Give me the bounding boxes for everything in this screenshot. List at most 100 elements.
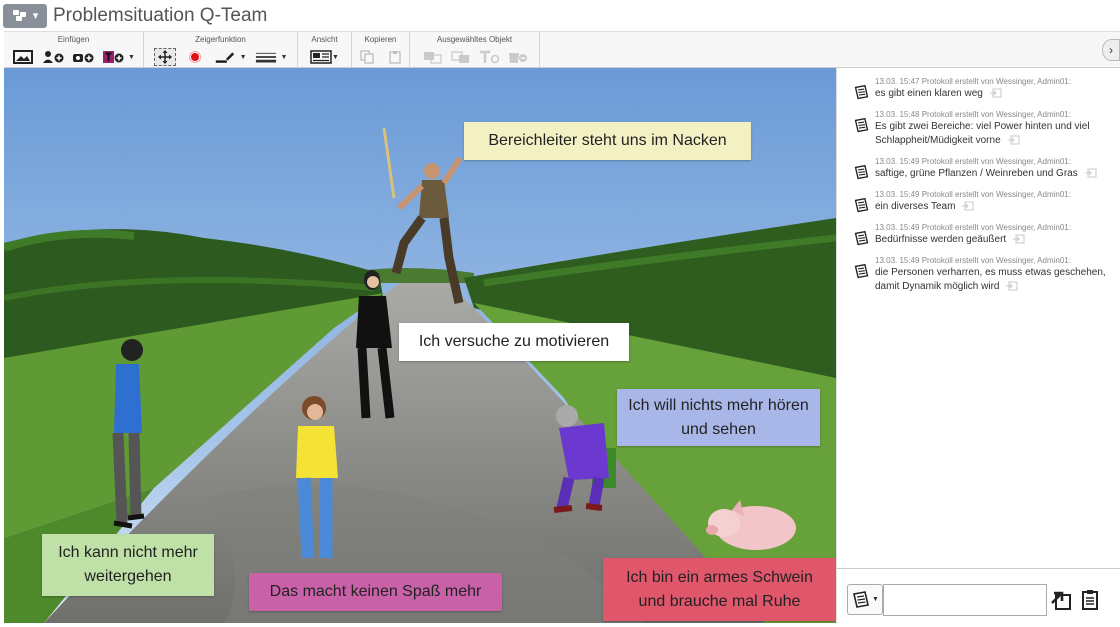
insert-text-button[interactable] xyxy=(102,48,124,66)
app-window: ▾ Problemsituation Q-Team Einfügen ▼ Zei… xyxy=(0,0,1120,627)
add-object-icon xyxy=(73,53,94,63)
note-icon xyxy=(854,230,869,246)
protocol-entry-content: saftige, grüne Pflanzen / Weinreben und … xyxy=(875,168,1078,179)
people-icon xyxy=(12,10,26,21)
protocol-entry-text: ein diverses Team xyxy=(875,200,1112,214)
protocol-entry[interactable]: 13.03. 15:49 Protokoll erstellt von Wess… xyxy=(853,156,1112,181)
note-armes-schwein[interactable]: Ich bin ein armes Schwein und brauche ma… xyxy=(603,558,836,621)
protocol-entry-content: Es gibt zwei Bereiche: viel Power hinten… xyxy=(875,121,1090,146)
scene-canvas[interactable]: Bereichleiter steht uns im Nacken Ich ve… xyxy=(4,68,836,623)
submit-entry-button[interactable] xyxy=(1050,588,1072,612)
group-label: Ausgewähltes Objekt xyxy=(436,35,513,44)
group-label: Einfügen xyxy=(57,35,90,44)
protocol-entry[interactable]: 13.03. 15:49 Protokoll erstellt von Wess… xyxy=(853,222,1112,247)
protocol-entry-text: Es gibt zwei Bereiche: viel Power hinten… xyxy=(875,120,1112,148)
layer-front-icon xyxy=(423,52,442,64)
clipboard-button[interactable] xyxy=(1080,588,1100,612)
send-back-button[interactable] xyxy=(450,48,472,66)
note-icon xyxy=(854,117,869,133)
reply-icon[interactable] xyxy=(1007,135,1020,145)
protocol-entry-body: 13.03. 15:48 Protokoll erstellt von Wess… xyxy=(875,109,1112,148)
note-icon xyxy=(853,590,869,608)
protocol-entry-text: es gibt einen klaren weg xyxy=(875,87,1112,101)
view-button[interactable] xyxy=(310,48,332,66)
pen-tool-button[interactable] xyxy=(214,48,236,66)
page-title: Problemsituation Q-Team xyxy=(53,4,268,26)
group-label: Ansicht xyxy=(311,35,338,44)
note-nichts-hoeren[interactable]: Ich will nichts mehr hören und sehen xyxy=(617,389,820,446)
title-bar: ▾ Problemsituation Q-Team xyxy=(0,0,1120,31)
group-kopieren: Kopieren xyxy=(352,32,410,67)
protocol-entry-text: die Personen verharren, es muss etwas ge… xyxy=(875,266,1112,294)
app-menu-button[interactable]: ▾ xyxy=(3,3,47,28)
reply-icon[interactable] xyxy=(989,88,1002,98)
insert-person-button[interactable] xyxy=(42,48,64,66)
paste-button[interactable] xyxy=(384,48,406,66)
bring-front-button[interactable] xyxy=(422,48,444,66)
note-bereichsleiter[interactable]: Bereichleiter steht uns im Nacken xyxy=(464,122,751,160)
copy-icon xyxy=(359,50,374,64)
move-select-icon xyxy=(157,50,172,64)
record-dot-icon xyxy=(188,51,201,63)
protocol-entry-meta: 13.03. 15:49 Protokoll erstellt von Wess… xyxy=(875,190,1071,199)
protocol-entry-meta: 13.03. 15:49 Protokoll erstellt von Wess… xyxy=(875,157,1071,166)
protocol-entry[interactable]: 13.03. 15:49 Protokoll erstellt von Wess… xyxy=(853,255,1112,294)
group-einfuegen: Einfügen ▼ xyxy=(4,32,144,67)
view-icon xyxy=(310,50,332,64)
paste-icon xyxy=(388,51,401,64)
submit-arrow-icon xyxy=(1051,591,1071,610)
entry-type-dropdown[interactable]: ▼ xyxy=(847,584,883,615)
text-settings-button[interactable] xyxy=(478,48,500,66)
group-label: Zeigerfunktion xyxy=(195,35,246,44)
protocol-entry-content: die Personen verharren, es muss etwas ge… xyxy=(875,267,1106,292)
note-nicht-weitergehen[interactable]: Ich kann nicht mehr weitergehen xyxy=(42,534,214,596)
protocol-entry-meta: 13.03. 15:49 Protokoll erstellt von Wess… xyxy=(875,223,1071,232)
protocol-entry[interactable]: 13.03. 15:49 Protokoll erstellt von Wess… xyxy=(853,189,1112,214)
protocol-panel: 13.03. 15:47 Protokoll erstellt von Wess… xyxy=(836,68,1120,568)
group-label: Kopieren xyxy=(364,35,397,44)
panel-toggle-button[interactable]: › xyxy=(1102,39,1120,61)
insert-image-button[interactable] xyxy=(12,48,34,66)
protocol-entry-body: 13.03. 15:49 Protokoll erstellt von Wess… xyxy=(875,255,1112,294)
insert-object-button[interactable] xyxy=(72,48,94,66)
reply-icon[interactable] xyxy=(1005,281,1018,291)
protocol-input-bar: ▼ xyxy=(836,568,1120,623)
add-text-icon xyxy=(103,51,124,63)
group-zeigerfunktion: Zeigerfunktion ▼ ▼ xyxy=(144,32,298,67)
protocol-text-input[interactable] xyxy=(883,584,1047,616)
chevron-down-icon: ▼ xyxy=(872,596,879,603)
protocol-entry-body: 13.03. 15:47 Protokoll erstellt von Wess… xyxy=(875,76,1112,101)
note-kein-spass[interactable]: Das macht keinen Spaß mehr xyxy=(249,573,502,611)
line-width-button[interactable] xyxy=(255,48,277,66)
chevron-down-icon[interactable]: ▼ xyxy=(128,54,135,61)
protocol-entry-body: 13.03. 15:49 Protokoll erstellt von Wess… xyxy=(875,222,1112,247)
protocol-entry-body: 13.03. 15:49 Protokoll erstellt von Wess… xyxy=(875,189,1112,214)
copy-button[interactable] xyxy=(356,48,378,66)
trash-icon xyxy=(508,53,527,63)
delete-object-button[interactable] xyxy=(506,48,528,66)
protocol-entry-meta: 13.03. 15:49 Protokoll erstellt von Wess… xyxy=(875,256,1071,265)
protocol-entry[interactable]: 13.03. 15:48 Protokoll erstellt von Wess… xyxy=(853,109,1112,148)
laser-pointer-button[interactable] xyxy=(184,48,206,66)
reply-icon[interactable] xyxy=(1012,234,1025,244)
chevron-down-icon[interactable]: ▼ xyxy=(281,54,288,61)
pen-icon xyxy=(215,52,234,63)
reply-icon[interactable] xyxy=(961,201,974,211)
select-tool-button[interactable] xyxy=(153,48,176,66)
group-ausgewaehltes-objekt: Ausgewähltes Objekt xyxy=(410,32,540,67)
note-motivieren[interactable]: Ich versuche zu motivieren xyxy=(399,323,629,361)
chevron-down-icon: ▾ xyxy=(32,10,39,22)
protocol-entry-content: Bedürfnisse werden geäußert xyxy=(875,234,1007,245)
protocol-entry[interactable]: 13.03. 15:47 Protokoll erstellt von Wess… xyxy=(853,76,1112,101)
protocol-entry-text: Bedürfnisse werden geäußert xyxy=(875,233,1112,247)
chevron-right-icon: › xyxy=(1109,43,1113,57)
layer-back-icon xyxy=(450,51,469,63)
clipboard-icon xyxy=(1082,590,1098,610)
chevron-down-icon[interactable]: ▼ xyxy=(332,54,339,61)
text-gear-icon xyxy=(479,50,499,64)
reply-icon[interactable] xyxy=(1084,168,1097,178)
chevron-down-icon[interactable]: ▼ xyxy=(240,54,247,61)
protocol-entry-text: saftige, grüne Pflanzen / Weinreben und … xyxy=(875,167,1112,181)
protocol-entry-content: ein diverses Team xyxy=(875,201,956,212)
note-icon xyxy=(854,84,869,100)
